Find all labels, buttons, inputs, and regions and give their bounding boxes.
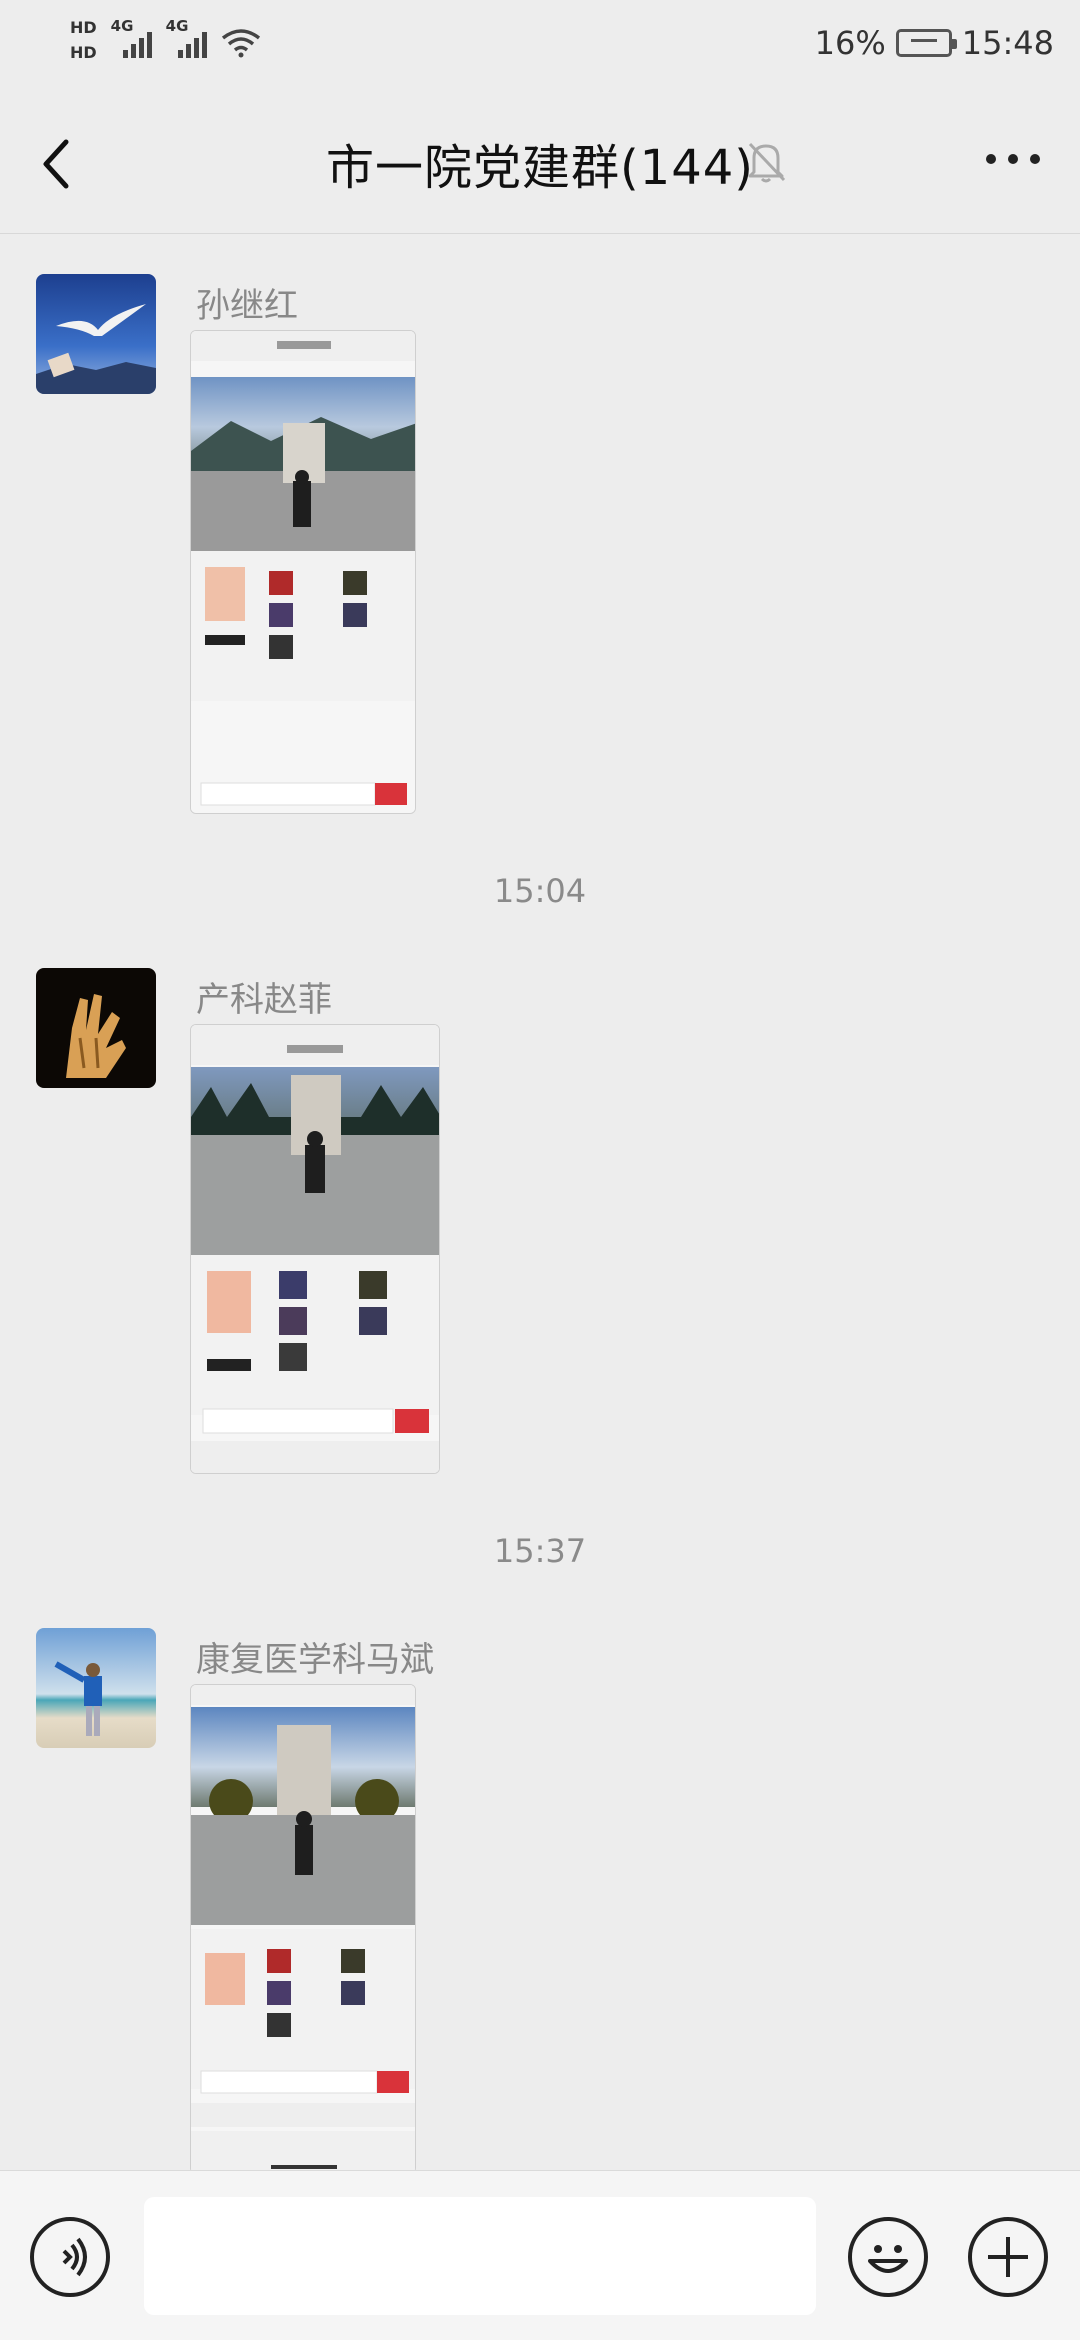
signal-bars-icon: [122, 28, 152, 58]
status-right: 16% 15:48: [815, 24, 1054, 62]
avatar[interactable]: [36, 1628, 156, 1748]
shared-screenshot-image: [191, 1025, 439, 1473]
chat-title: 市一院党建群(144): [325, 140, 755, 196]
plus-icon[interactable]: [968, 2217, 1048, 2297]
timestamp: 15:37: [493, 1532, 587, 1570]
avatar-beach-photo-image: [36, 1628, 156, 1748]
battery-icon: [895, 29, 957, 57]
bell-muted-icon: [748, 142, 786, 183]
avatar[interactable]: [36, 274, 156, 394]
hd-indicators: HD HD: [70, 18, 97, 62]
clock: 15:48: [961, 24, 1054, 62]
signal-1: 4G: [111, 18, 152, 58]
image-message[interactable]: [190, 1024, 440, 1474]
hd-label-2: HD: [70, 43, 97, 62]
battery-percent: 16%: [814, 24, 886, 62]
shared-screenshot-image: [191, 331, 415, 813]
sender-name: 产科赵菲: [196, 980, 332, 1020]
image-message[interactable]: [190, 1684, 416, 2174]
signal-bars-icon: [177, 28, 207, 58]
message-input[interactable]: [144, 2197, 816, 2315]
sender-name: 康复医学科马斌: [196, 1640, 434, 1680]
chat-input-bar: [0, 2170, 1080, 2340]
wifi-icon: [221, 29, 260, 58]
hd-label-1: HD: [70, 18, 97, 37]
image-message[interactable]: [190, 330, 416, 814]
status-left: HD HD 4G 4G: [70, 18, 261, 62]
shared-screenshot-image: [191, 1685, 415, 2173]
emoji-icon[interactable]: [848, 2217, 928, 2297]
timestamp: 15:04: [493, 872, 587, 910]
sender-name: 孙继红: [196, 286, 298, 326]
signal-2: 4G: [166, 18, 207, 58]
more-dots-icon[interactable]: [986, 154, 1040, 164]
avatar-seagull-image: [36, 274, 156, 394]
status-bar: HD HD 4G 4G 16% 15:48: [0, 0, 1080, 92]
voice-icon[interactable]: [30, 2217, 110, 2297]
avatar-hand-gesture-image: [36, 968, 156, 1088]
chat-header: 市一院党建群(144): [0, 92, 1080, 234]
avatar[interactable]: [36, 968, 156, 1088]
